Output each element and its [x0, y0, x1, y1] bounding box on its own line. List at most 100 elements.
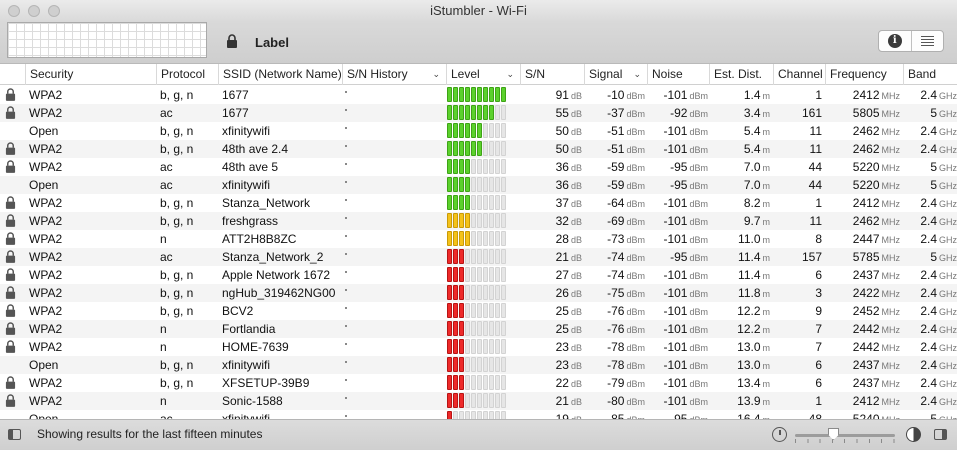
info-button[interactable]: i: [879, 31, 911, 51]
contrast-icon[interactable]: [906, 427, 921, 442]
table-row[interactable]: WPA2 b, g, n XFSETUP-39B9 22 dB -79 dBm -101 dBm…: [0, 374, 957, 392]
band-cell-unit: GHz: [939, 307, 957, 317]
column-header-band[interactable]: Band: [903, 64, 957, 85]
time-range-slider[interactable]: [795, 434, 895, 437]
frequency-cell-unit: MHz: [881, 181, 901, 191]
band-cell-unit: GHz: [939, 199, 957, 209]
level-bar: [453, 375, 458, 390]
lock-icon[interactable]: [226, 34, 238, 51]
sn-history-mark: [345, 415, 347, 417]
protocol-cell: n: [160, 232, 167, 246]
table-row[interactable]: WPA2 n ATT2H8B8ZC 28 dB -73 dBm -101 dBm 11.0 m 8 24…: [0, 230, 957, 248]
table-row[interactable]: WPA2 n Sonic-1588 21 dB -80 dBm -101 dBm 13.9 m 1 24…: [0, 392, 957, 410]
table-row[interactable]: Open ac xfinitywifi 19dB-85dBm-95dBm16.4m 48…: [0, 410, 957, 419]
signal-cell-unit: dBm: [626, 379, 645, 389]
noise-cell: -101 dBm: [647, 230, 708, 248]
sn-cell: 25 dB: [520, 320, 582, 338]
column-header-est-dist[interactable]: Est. Dist.: [709, 64, 773, 85]
column-header-ssid[interactable]: SSID (Network Name): [218, 64, 342, 85]
column-header-level[interactable]: Level ⌄: [446, 64, 520, 85]
level-bar: [465, 141, 470, 156]
list-view-button[interactable]: [910, 31, 944, 51]
channel-cell: 161: [773, 104, 822, 122]
table-row[interactable]: WPA2 b, g, n Stanza_Network 37 dB -64 dBm -101 d…: [0, 194, 957, 212]
distance-cell: 11.0 m: [709, 230, 770, 248]
column-header-frequency[interactable]: Frequency: [825, 64, 903, 85]
minimize-window-button[interactable]: [28, 5, 40, 17]
channel-cell: 8: [773, 230, 822, 248]
table-row[interactable]: WPA2 b, g, n freshgrass 32 dB -69 dBm -101 dBm 9.…: [0, 212, 957, 230]
table-row[interactable]: Open b, g, n xfinitywifi 50 dB -51 dBm -101 dBm 5…: [0, 122, 957, 140]
table-row[interactable]: Open ac xfinitywifi 36 dB -59 dBm -95 dBm 7.0 m 44 5…: [0, 176, 957, 194]
level-bar: [489, 321, 494, 336]
protocol-cell: b, g, n: [160, 304, 194, 318]
level-bar: [495, 87, 500, 102]
noise-cell-unit: dBm: [689, 379, 708, 389]
table-row[interactable]: WPA2 b, g, n 1677 91 dB -10 dBm -101 dBm 1.4 m 1 241…: [0, 86, 957, 104]
table-row[interactable]: WPA2 ac 48th ave 5 36 dB -59 dBm -95 dBm 7.0 m 44 52…: [0, 158, 957, 176]
distance-cell: 16.4m: [709, 410, 770, 419]
table-row[interactable]: WPA2 n HOME-7639 23 dB -78 dBm -101 dBm 13.0 m 7 244…: [0, 338, 957, 356]
level-bar: [459, 339, 464, 354]
close-window-button[interactable]: [8, 5, 20, 17]
table-row[interactable]: WPA2 b, g, n 48th ave 2.4 50 dB -51 dBm -101 dBm…: [0, 140, 957, 158]
sn-cell: 19dB: [520, 410, 582, 419]
sidebar-toggle-icon[interactable]: [8, 429, 21, 440]
level-bar: [483, 375, 488, 390]
level-bar: [471, 375, 476, 390]
frequency-cell-unit: MHz: [881, 343, 901, 353]
signal-cell: -80 dBm: [584, 392, 645, 410]
distance-cell: 9.7 m: [709, 212, 770, 230]
table-row[interactable]: WPA2 b, g, n Apple Network 1672 27 dB -74 dBm -…: [0, 266, 957, 284]
column-header-lock[interactable]: [0, 64, 25, 85]
channel-cell: 11: [773, 212, 822, 230]
noise-cell: -101 dBm: [647, 338, 708, 356]
table-row[interactable]: WPA2 ac 1677 55 dB -37 dBm -92 dBm 3.4 m 161 5805 MHz…: [0, 104, 957, 122]
level-bar: [501, 393, 506, 408]
sn-cell-value: 55: [555, 106, 569, 120]
band-cell-value: 5: [930, 250, 937, 264]
signal-graph-thumbnail[interactable]: [7, 22, 207, 58]
column-header-noise[interactable]: Noise: [647, 64, 709, 85]
networks-table[interactable]: WPA2 b, g, n 1677 91 dB -10 dBm -101 dBm 1.4 m 1 241…: [0, 86, 957, 419]
signal-cell-unit: dBm: [626, 127, 645, 137]
table-row[interactable]: Open b, g, n xfinitywifi 23 dB -78 dBm -101 dBm 1…: [0, 356, 957, 374]
distance-cell-value: 5.4: [743, 124, 761, 138]
level-bar: [501, 123, 506, 138]
inspector-panel-icon[interactable]: [934, 429, 947, 440]
table-row[interactable]: WPA2 b, g, n BCV2 25 dB -76 dBm -101 dBm 12.2 m 9 24…: [0, 302, 957, 320]
frequency-cell-value: 2412: [852, 394, 880, 408]
distance-cell-unit: m: [762, 145, 771, 155]
table-row[interactable]: WPA2 ac Stanza_Network_2 21 dB -74 dBm -95 dBm 11…: [0, 248, 957, 266]
column-header-sn[interactable]: S/N: [520, 64, 584, 85]
channel-cell-value: 11: [809, 124, 822, 138]
lock-icon: [5, 394, 16, 410]
sn-cell-unit: dB: [570, 271, 582, 281]
signal-cell-value: -51: [607, 124, 625, 138]
column-header-security[interactable]: Security: [25, 64, 156, 85]
frequency-cell-value: 2437: [852, 376, 880, 390]
protocol-cell: ac: [160, 160, 173, 174]
signal-cell-unit: dBm: [626, 217, 645, 227]
signal-cell: -74 dBm: [584, 266, 645, 284]
band-cell-value: 5: [930, 178, 937, 192]
table-row[interactable]: WPA2 b, g, n ngHub_319462NG00 26 dB -75 dBm -10…: [0, 284, 957, 302]
level-bar: [489, 375, 494, 390]
signal-cell-value: -79: [607, 376, 625, 390]
column-header-channel[interactable]: Channel: [773, 64, 825, 85]
level-bar: [477, 87, 482, 102]
frequency-cell-unit: MHz: [881, 127, 901, 137]
level-bar: [477, 159, 482, 174]
level-bar: [477, 105, 482, 120]
distance-cell-value: 9.7: [743, 214, 761, 228]
noise-cell: -101 dBm: [647, 86, 708, 104]
column-header-signal[interactable]: Signal ⌄: [584, 64, 647, 85]
lock-icon: [5, 322, 16, 338]
level-bar: [477, 375, 482, 390]
column-header-sn-history[interactable]: S/N History ⌄: [342, 64, 446, 85]
table-row[interactable]: WPA2 n Fortlandia 25 dB -76 dBm -101 dBm 12.2 m 7 24…: [0, 320, 957, 338]
column-header-protocol[interactable]: Protocol: [156, 64, 218, 85]
level-bar: [453, 105, 458, 120]
level-bar: [471, 213, 476, 228]
zoom-window-button[interactable]: [48, 5, 60, 17]
